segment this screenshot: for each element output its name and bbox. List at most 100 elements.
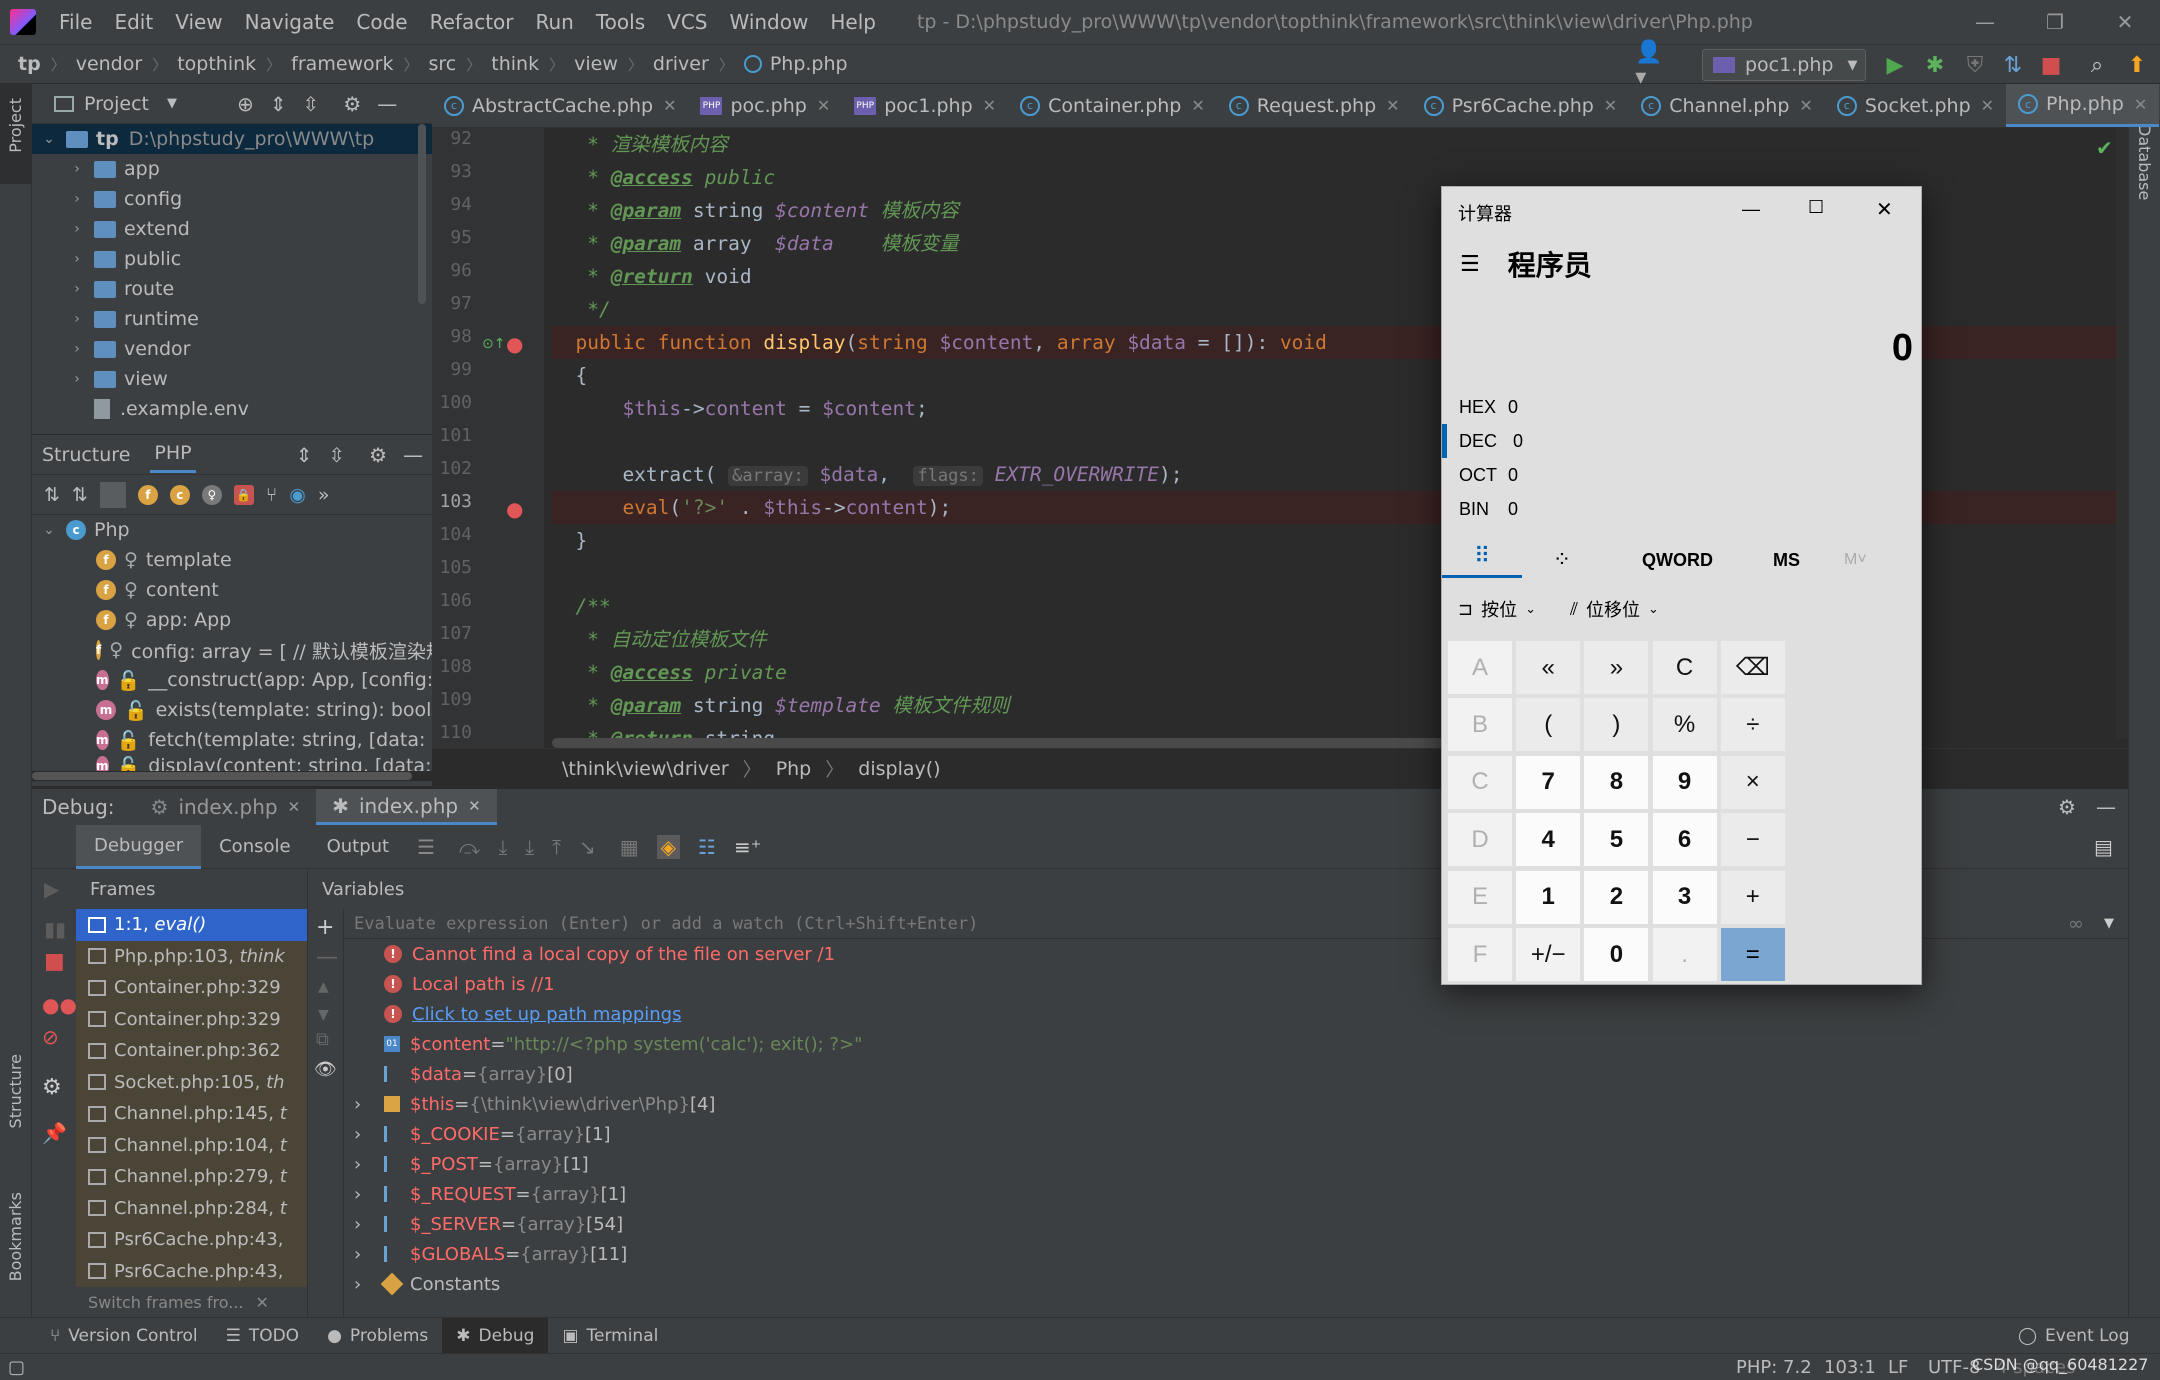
key-4[interactable]: 4 <box>1515 812 1582 868</box>
close-tab-icon[interactable]: ✕ <box>1981 96 1994 115</box>
close-tab-icon[interactable]: ✕ <box>663 96 676 115</box>
menu-window[interactable]: Window <box>718 10 819 34</box>
glasses-icon[interactable]: ∞ <box>2068 913 2084 935</box>
debug-bug-icon[interactable]: ✱ <box>1922 53 1948 78</box>
tree-folder-runtime[interactable]: › runtime <box>32 304 432 334</box>
frame-row[interactable]: Container.php:329 <box>76 1003 307 1035</box>
updates-icon[interactable]: ⬆ <box>2124 53 2150 78</box>
show-constants-icon[interactable]: c <box>169 484 190 505</box>
editor-vscrollbar[interactable] <box>2116 128 2128 738</box>
tool-problems[interactable]: ● Problems <box>313 1318 442 1354</box>
show-watches-icon[interactable]: ◈ <box>656 834 681 859</box>
evaluate-icon[interactable]: ▦ <box>620 835 639 859</box>
tab-console[interactable]: Console <box>201 825 308 869</box>
editor-crumb-class[interactable]: Php <box>776 758 812 780</box>
frame-row[interactable]: Container.php:362 <box>76 1035 307 1067</box>
close-tab-icon[interactable]: ✕ <box>1386 96 1399 115</box>
tree-folder-vendor[interactable]: › vendor <box>32 334 432 364</box>
minimize-icon[interactable]: — <box>1950 0 2020 44</box>
breadcrumb-tp[interactable]: tp <box>18 53 41 75</box>
stop-icon[interactable]: ■ <box>2038 53 2064 78</box>
step-over-icon[interactable]: ⤼ <box>459 835 480 859</box>
hierarchy-icon[interactable]: ⑂ <box>266 484 277 506</box>
key-f[interactable]: F <box>1447 927 1513 982</box>
key-plus[interactable]: + <box>1719 869 1786 925</box>
variable-row[interactable]: › $_SERVER = {array} [54] <box>344 1209 2128 1239</box>
menu-vcs[interactable]: VCS <box>656 10 718 34</box>
key-equals[interactable]: = <box>1719 927 1786 982</box>
radix-dec-row[interactable]: DEC 0 <box>1442 424 1923 458</box>
key-d[interactable]: D <box>1447 812 1513 868</box>
project-tool-tab[interactable]: Project <box>6 98 25 153</box>
breakpoint-icon[interactable]: ● <box>506 497 523 521</box>
breadcrumb-vendor[interactable]: vendor <box>76 53 142 75</box>
close-tab-icon[interactable]: ✕ <box>2134 95 2147 114</box>
show-fields-icon[interactable]: f <box>137 484 158 505</box>
restore-icon[interactable]: ❐ <box>2020 0 2090 44</box>
chevron-down-icon[interactable]: ▼ <box>2104 916 2114 931</box>
tab-php-active[interactable]: c Php.php ✕ <box>2006 84 2160 127</box>
menu-tools[interactable]: Tools <box>585 10 656 34</box>
close-icon[interactable]: ✕ <box>2090 0 2160 44</box>
key-decimal[interactable]: . <box>1651 927 1718 982</box>
chevron-right-icon[interactable]: › <box>354 1214 374 1235</box>
show-inherited-icon[interactable] <box>99 481 126 508</box>
tab-php[interactable]: PHP <box>150 436 196 473</box>
bookmarks-tool-tab[interactable]: Bookmarks <box>6 1192 25 1281</box>
key-1[interactable]: 1 <box>1515 869 1582 925</box>
radix-hex-row[interactable]: HEX 0 <box>1442 390 1923 424</box>
chevron-right-icon[interactable]: › <box>354 1154 374 1175</box>
chevron-right-icon[interactable]: › <box>68 281 86 297</box>
sort-visibility-icon[interactable]: ⇅ <box>72 484 88 506</box>
run-icon[interactable]: ▶ <box>1882 53 1908 78</box>
structure-item[interactable]: f ♀ content <box>32 575 432 605</box>
key-multiply[interactable]: × <box>1719 754 1786 810</box>
pin-icon[interactable]: 📌 <box>42 1121 67 1145</box>
tree-folder-route[interactable]: › route <box>32 274 432 304</box>
key-9[interactable]: 9 <box>1651 754 1718 810</box>
add-watch-icon[interactable]: + <box>316 915 334 940</box>
bit-toggle-icon[interactable]: ⁘ <box>1522 547 1602 573</box>
key-negate[interactable]: +/− <box>1515 927 1582 982</box>
menu-code[interactable]: Code <box>345 10 418 34</box>
frame-row[interactable]: Channel.php:284, t <box>76 1192 307 1224</box>
sort-alpha-icon[interactable]: ⇅ <box>44 484 60 506</box>
chevron-right-icon[interactable]: › <box>354 1274 374 1295</box>
tab-socket[interactable]: c Socket.php ✕ <box>1825 84 2006 127</box>
close-tab-icon[interactable]: ✕ <box>983 96 996 115</box>
chevron-right-icon[interactable]: › <box>68 221 86 237</box>
hide-icon[interactable]: — <box>2096 795 2116 819</box>
no-problems-check-icon[interactable]: ✔ <box>2096 136 2113 160</box>
structure-item[interactable]: m 🔓 __construct(app: App, [config: ar <box>32 665 432 695</box>
chevron-down-icon[interactable]: ⌄ <box>40 522 58 538</box>
key-lshift[interactable]: « <box>1515 640 1582 695</box>
tab-request[interactable]: c Request.php ✕ <box>1217 84 1412 127</box>
key-5[interactable]: 5 <box>1583 812 1650 868</box>
expand-all-icon[interactable]: ⇕ <box>296 443 313 467</box>
word-size-button[interactable]: QWORD <box>1642 550 1713 571</box>
tab-container[interactable]: c Container.php ✕ <box>1008 84 1217 127</box>
autoscroll-icon[interactable]: ◉ <box>289 484 306 506</box>
attach-profiler-icon[interactable]: ⇅ <box>2000 53 2026 78</box>
frame-row[interactable]: Container.php:329 <box>76 972 307 1004</box>
menu-help[interactable]: Help <box>819 10 887 34</box>
chevron-right-icon[interactable]: › <box>68 341 86 357</box>
view-breakpoints-icon[interactable]: ●● <box>42 993 77 1017</box>
expand-all-icon[interactable]: ⇕ <box>270 92 287 116</box>
gear-icon[interactable]: ⚙ <box>369 443 387 467</box>
chevron-right-icon[interactable]: › <box>68 161 86 177</box>
tree-folder-view[interactable]: › view <box>32 364 432 394</box>
tab-channel[interactable]: c Channel.php ✕ <box>1629 84 1825 127</box>
search-icon[interactable]: ⌕ <box>2084 53 2110 78</box>
user-icon[interactable]: 👤▾ <box>1635 40 1662 90</box>
key-divide[interactable]: ÷ <box>1719 697 1786 753</box>
menu-edit[interactable]: Edit <box>103 10 164 34</box>
chevron-right-icon[interactable]: › <box>68 251 86 267</box>
force-step-into-icon[interactable]: ⤓ <box>525 835 534 859</box>
maximize-icon[interactable]: ☐ <box>1808 197 1824 218</box>
radix-oct-row[interactable]: OCT 0 <box>1442 458 1923 492</box>
tab-structure[interactable]: Structure <box>42 444 130 466</box>
variable-row[interactable]: › $GLOBALS = {array} [11] <box>344 1239 2128 1269</box>
close-tab-icon[interactable]: ✕ <box>1191 96 1204 115</box>
tree-file-env[interactable]: .example.env <box>32 394 432 424</box>
